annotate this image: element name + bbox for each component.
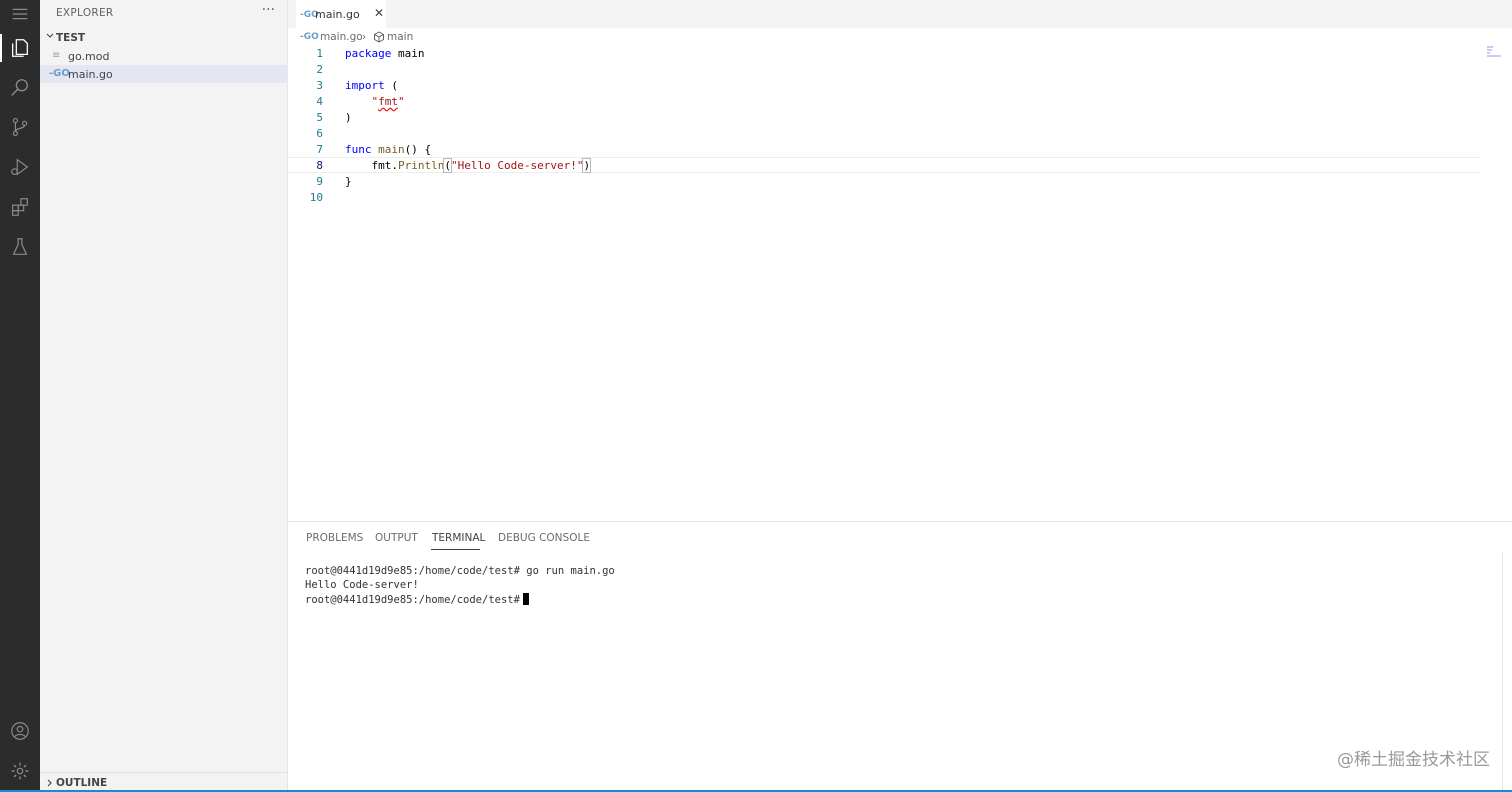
- code-editor[interactable]: 1 package main 2 3 import ( 4 "fmt" 5 ) …: [288, 46, 1512, 520]
- run-debug-icon[interactable]: [0, 147, 40, 187]
- file-go-mod[interactable]: ≡ go.mod: [40, 47, 288, 65]
- account-icon[interactable]: [0, 711, 40, 751]
- sidebar-title: EXPLORER: [56, 7, 114, 19]
- line-number: 7: [316, 143, 323, 156]
- line-number: 4: [316, 95, 323, 108]
- code-line: 4 "fmt": [288, 94, 1512, 110]
- file-label: main.go: [68, 68, 113, 81]
- outline-section[interactable]: OUTLINE: [40, 772, 288, 792]
- editor-tab-bar: -GO main.go ✕: [288, 0, 1512, 28]
- gomod-file-icon: ≡: [52, 50, 61, 61]
- line-number: 8: [316, 159, 323, 172]
- extensions-icon[interactable]: [0, 187, 40, 227]
- tab-debug-console[interactable]: DEBUG CONSOLE: [498, 532, 590, 544]
- terminal-tabs-rail: [1502, 552, 1512, 792]
- outline-label: OUTLINE: [56, 777, 108, 789]
- line-number: 1: [316, 47, 323, 60]
- code-text: import (: [345, 79, 398, 92]
- code-text: fmt.Println("Hello Code-server!"): [371, 158, 592, 173]
- close-icon[interactable]: ✕: [374, 6, 384, 20]
- folder-test[interactable]: TEST: [40, 29, 288, 47]
- terminal-cursor: [522, 593, 529, 605]
- line-number: 3: [316, 79, 323, 92]
- gear-icon[interactable]: [0, 751, 40, 791]
- files-icon[interactable]: [0, 28, 40, 68]
- watermark: @稀土掘金技术社区: [1337, 750, 1490, 770]
- line-number: 6: [316, 127, 323, 140]
- source-control-icon[interactable]: [0, 107, 40, 147]
- active-tab-indicator: [431, 549, 480, 550]
- folder-label: TEST: [56, 32, 86, 44]
- breadcrumb-separator: ›: [362, 31, 367, 43]
- tab-main-go[interactable]: -GO main.go ✕: [296, 0, 386, 28]
- code-line: 1 package main: [288, 46, 1512, 62]
- code-line: 5 ): [288, 110, 1512, 126]
- code-line: 3 import (: [288, 78, 1512, 94]
- line-number: 10: [309, 191, 323, 204]
- chevron-right-icon: [47, 779, 52, 787]
- tab-output[interactable]: OUTPUT: [375, 532, 418, 544]
- code-line: 7 func main() {: [288, 142, 1512, 158]
- tab-problems[interactable]: PROBLEMS: [306, 532, 363, 544]
- tab-label: main.go: [315, 8, 360, 21]
- code-line: 2: [288, 62, 1512, 78]
- line-number: 2: [316, 63, 323, 76]
- line-number: 5: [316, 111, 323, 124]
- bottom-panel: PROBLEMS OUTPUT TERMINAL DEBUG CONSOLE r…: [288, 521, 1512, 792]
- tab-terminal[interactable]: TERMINAL: [432, 532, 485, 544]
- file-main-go[interactable]: -GO main.go: [40, 65, 288, 83]
- code-text: "fmt": [371, 95, 405, 108]
- terminal-line: Hello Code-server!: [305, 579, 419, 591]
- chevron-down-icon: [46, 33, 54, 38]
- code-text: }: [345, 175, 352, 188]
- terminal-prompt-line[interactable]: root@0441d19d9e85:/home/code/test#: [305, 593, 529, 606]
- code-line: 6: [288, 126, 1512, 142]
- code-text: ): [345, 111, 352, 124]
- go-file-icon: -GO: [49, 68, 70, 79]
- go-file-icon: -GO: [300, 32, 319, 42]
- minimap[interactable]: [1486, 46, 1508, 60]
- code-line: 9 }: [288, 174, 1512, 190]
- file-label: go.mod: [68, 50, 110, 63]
- activity-bar: [0, 0, 40, 792]
- code-text: func main() {: [345, 143, 432, 156]
- line-number: 9: [316, 175, 323, 188]
- code-text: package main: [345, 47, 425, 60]
- search-icon[interactable]: [0, 68, 40, 108]
- breadcrumb-file[interactable]: main.go: [320, 31, 363, 43]
- module-icon: [374, 31, 384, 43]
- explorer-sidebar: EXPLORER ··· TEST ≡ go.mod -GO main.go O…: [40, 0, 288, 792]
- code-line: 10: [288, 190, 1512, 206]
- breadcrumb-symbol[interactable]: main: [387, 31, 413, 43]
- current-code-line: 8 fmt.Println("Hello Code-server!"): [288, 157, 1480, 173]
- more-actions-icon[interactable]: ···: [262, 2, 275, 18]
- testing-flask-icon[interactable]: [0, 227, 40, 267]
- terminal-line: root@0441d19d9e85:/home/code/test# go ru…: [305, 565, 615, 577]
